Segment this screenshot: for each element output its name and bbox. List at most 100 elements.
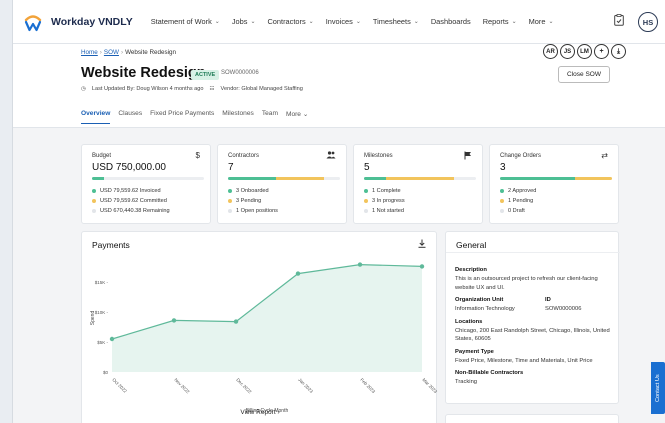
legend-item: 3 In progress: [364, 196, 405, 206]
nav-statement-of-work[interactable]: Statement of Work ⌄: [145, 17, 226, 26]
legend-text: 3 Onboarded: [236, 188, 269, 194]
close-sow-button[interactable]: Close SOW: [558, 66, 610, 83]
payment-type-label: Payment Type: [455, 348, 494, 355]
chevron-down-icon: ⌄: [250, 19, 256, 25]
budget-value: USD 750,000.00: [92, 162, 166, 173]
tab-more[interactable]: More ⌄: [286, 110, 308, 124]
clipboard-check-icon[interactable]: [614, 13, 624, 31]
download-icon[interactable]: ⤓: [611, 44, 626, 59]
budget-legend: USD 79,559.62 Invoiced USD 79,559.62 Com…: [92, 186, 170, 216]
change-orders-value: 3: [500, 162, 506, 173]
swap-icon: ⇄: [601, 151, 608, 160]
bar-segment-pending: [575, 177, 612, 180]
breadcrumb-separator: ›: [99, 49, 102, 56]
nav-label: Contractors: [267, 17, 306, 26]
legend-text: USD 79,559.62 Committed: [100, 198, 167, 204]
x-tick-label: Dec 2022: [235, 377, 253, 395]
chevron-right-icon: ›: [277, 409, 280, 416]
team-avatar[interactable]: JS: [560, 44, 575, 59]
change-orders-card[interactable]: Change Orders ⇄ 3 2 Approved 1 Pending 0…: [489, 144, 619, 224]
milestones-card[interactable]: Milestones 5 1 Complete 3 In progress 1 …: [353, 144, 483, 224]
app-brand[interactable]: Workday VNDLY: [51, 16, 133, 28]
green-dot-icon: [228, 188, 232, 193]
sow-id: SOW0000006: [221, 70, 259, 76]
legend-item: 3 Pending: [228, 196, 278, 206]
nav-dashboards[interactable]: Dashboards: [425, 17, 477, 26]
contractors-progress-bar: [228, 177, 340, 180]
change-orders-legend: 2 Approved 1 Pending 0 Draft: [500, 186, 536, 216]
vndly-logo-icon[interactable]: [23, 12, 43, 32]
nav-right: HS: [614, 12, 658, 32]
contact-us-label: Contact Us: [655, 374, 661, 402]
grey-dot-icon: [500, 208, 504, 213]
team-avatar[interactable]: AR: [543, 44, 558, 59]
tab-clauses[interactable]: Clauses: [118, 110, 142, 124]
data-point: [419, 264, 425, 269]
chevron-down-icon: ⌄: [355, 19, 361, 25]
download-icon[interactable]: [418, 239, 426, 250]
payments-title: Payments: [92, 240, 130, 250]
nav-label: Dashboards: [430, 17, 471, 26]
nav-label: Invoices: [325, 17, 353, 26]
amber-dot-icon: [500, 198, 504, 203]
contact-us-button[interactable]: Contact Us: [651, 362, 665, 414]
payments-panel: Payments $0 $5K - $10K - $15K - Oct 2022 Nov …: [81, 231, 438, 423]
amber-dot-icon: [92, 198, 96, 203]
tab-more-label: More: [285, 111, 301, 118]
chevron-down-icon: ⌄: [511, 19, 517, 25]
team-avatar[interactable]: LM: [577, 44, 592, 59]
add-user-icon[interactable]: +: [594, 44, 609, 59]
nav-timesheets[interactable]: Timesheets ⌄: [367, 17, 425, 26]
legend-text: 3 In progress: [372, 198, 405, 204]
nav-reports[interactable]: Reports ⌄: [477, 17, 523, 26]
legend-item: USD 79,559.62 Invoiced: [92, 186, 170, 196]
bar-segment-in-progress: [386, 177, 454, 180]
contractors-card[interactable]: Contractors 7 3 Onboarded 3 Pending 1 Op…: [217, 144, 347, 224]
page-meta: ◷ Last Updated By: Doug Wilson 4 months …: [81, 86, 303, 92]
view-report-link[interactable]: View Report ›: [82, 409, 438, 416]
data-point: [109, 336, 115, 342]
legend-item: 1 Not started: [364, 206, 405, 216]
green-dot-icon: [364, 188, 368, 193]
budget-progress-bar: [92, 177, 204, 180]
vendor: Vendor: Global Managed Staffing: [220, 86, 303, 92]
tab-fixed-price-payments[interactable]: Fixed Price Payments: [150, 110, 214, 124]
nav-jobs[interactable]: Jobs ⌄: [226, 17, 262, 26]
org-label: Organization Unit: [455, 297, 504, 303]
nav-more[interactable]: More ⌄: [523, 17, 560, 26]
legend-text: USD 79,559.62 Invoiced: [100, 188, 161, 194]
legend-item: USD 670,440.38 Remaining: [92, 206, 170, 216]
milestones-label: Milestones: [364, 153, 393, 159]
tab-team[interactable]: Team: [262, 110, 278, 124]
id-block: ID SOW0000006: [545, 297, 581, 319]
legend-item: 1 Pending: [500, 196, 536, 206]
contractors-label: Contractors: [228, 153, 260, 159]
legend-item: 1 Complete: [364, 186, 405, 196]
main-content: Budget $ USD 750,000.00 USD 79,559.62 In…: [13, 128, 665, 423]
id-label: ID: [545, 297, 551, 303]
locations-label: Locations: [455, 318, 483, 325]
nav-label: Jobs: [231, 17, 248, 26]
tab-milestones[interactable]: Milestones: [222, 110, 254, 124]
legend-text: 2 Approved: [508, 188, 537, 194]
org-id-row: Organization Unit Information Technology…: [455, 297, 613, 319]
breadcrumb-home-link[interactable]: Home: [81, 49, 98, 56]
legend-text: 1 Open positions: [236, 208, 278, 214]
nonbillable-label: Non-Billable Contractors: [455, 370, 524, 376]
legend-text: USD 670,440.38 Remaining: [100, 208, 170, 214]
milestones-legend: 1 Complete 3 In progress 1 Not started: [364, 186, 405, 216]
nav-invoices[interactable]: Invoices ⌄: [320, 17, 367, 26]
bar-segment-invoiced: [92, 177, 105, 180]
budget-card[interactable]: Budget $ USD 750,000.00 USD 79,559.62 In…: [81, 144, 211, 224]
user-avatar[interactable]: HS: [638, 12, 658, 32]
breadcrumb-sow-link[interactable]: SOW: [104, 49, 119, 56]
payments-chart: $0 $5K - $10K - $15K - Oct 2022 Nov 2022 Dec 2…: [90, 262, 438, 414]
legend-text: 1 Complete: [372, 188, 401, 194]
nav-contractors[interactable]: Contractors ⌄: [261, 17, 319, 26]
team-avatars: AR JS LM + ⤓: [543, 44, 626, 59]
legend-text: 3 Pending: [236, 198, 262, 204]
data-point: [233, 319, 239, 324]
next-panel: [445, 414, 619, 423]
data-point: [357, 262, 363, 267]
tab-overview[interactable]: Overview: [81, 110, 111, 124]
